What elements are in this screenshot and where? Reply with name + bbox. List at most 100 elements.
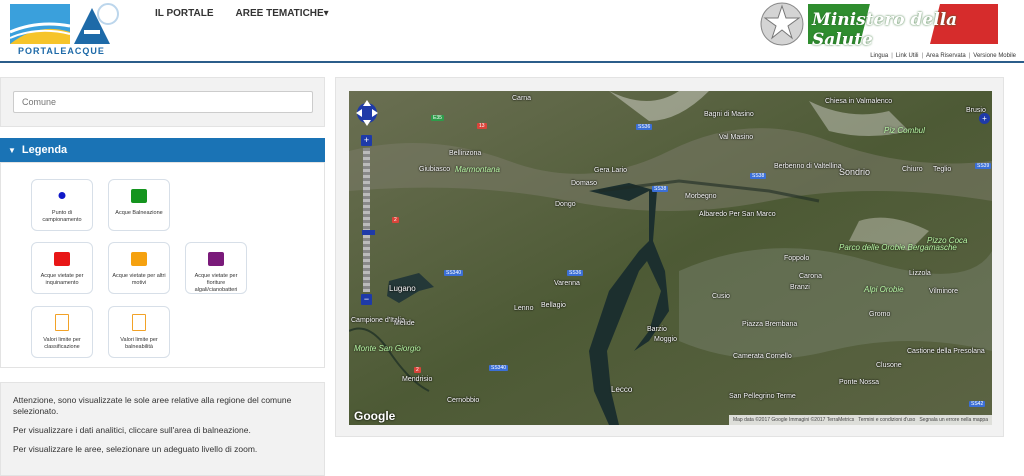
map-label: Cusio xyxy=(712,293,730,300)
logo-text: PORTALEACQUE xyxy=(18,46,105,56)
zoom-control: + − xyxy=(361,135,375,305)
map-label: Castione della Presolana xyxy=(907,348,985,355)
comune-search-input[interactable] xyxy=(13,91,313,113)
utility-links: Lingua | Link Utili | Area Riservata | Vers… xyxy=(870,53,1016,59)
map-park-label: Marmontana xyxy=(455,165,500,174)
ministry-logo[interactable]: Ministero della Salute xyxy=(760,0,998,50)
legend-label: Acque vietate per fioriture algali/ciano… xyxy=(194,273,238,293)
road-shield: E35 xyxy=(431,115,444,121)
map-park-label: Piz Combul xyxy=(884,126,925,135)
legend-label: Punto di campionamento xyxy=(42,210,82,223)
map-label: Vilminore xyxy=(929,288,959,295)
map-label: Ponte Nossa xyxy=(839,379,880,386)
map-label: Lecco xyxy=(611,385,633,394)
legend-header[interactable]: ▼ Legenda xyxy=(0,138,325,162)
info-text-2: Per visualizzare i dati analitici, clicc… xyxy=(13,425,251,435)
zoom-out-button[interactable]: − xyxy=(361,294,372,305)
map-attribution: Map data ©2017 Google Immagini ©2017 Ter… xyxy=(728,415,992,425)
road-shield: SS38 xyxy=(652,186,669,192)
map-label: Lizzola xyxy=(909,270,931,277)
map-label: Chiuro xyxy=(902,166,923,173)
info-text-3: Per visualizzare le aree, selezionare un… xyxy=(13,444,258,454)
map-label: Dongo xyxy=(555,201,576,208)
info-text-1: Attenzione, sono visualizzate le sole ar… xyxy=(13,395,292,416)
map-label: Melide xyxy=(394,320,415,327)
zoom-in-button[interactable]: + xyxy=(361,135,372,146)
header-divider xyxy=(0,61,1024,63)
map-park-label: Monte San Giorgio xyxy=(354,344,421,353)
road-shield: 2 xyxy=(392,217,399,223)
map-label: Giubiasco xyxy=(419,166,451,173)
report-error-link[interactable]: Segnala un errore nella mappa xyxy=(919,417,988,423)
map-label: San Pellegrino Terme xyxy=(729,393,796,400)
legend-item-balneazione: Acque Balneazione xyxy=(108,179,170,231)
caret-down-icon: ▼ xyxy=(8,146,16,155)
info-panel: Attenzione, sono visualizzate le sole ar… xyxy=(0,382,325,476)
map-label: Carona xyxy=(799,273,822,280)
nav-il-portale[interactable]: IL PORTALE xyxy=(155,8,214,19)
map-park-label: Alpi Orobie xyxy=(864,285,904,294)
map-label: Clusone xyxy=(876,362,902,369)
map-label: Morbegno xyxy=(685,193,717,200)
link-lingua[interactable]: Lingua xyxy=(870,53,888,59)
left-panel: ▼ Legenda Punto di campionamento Acque Ba… xyxy=(0,77,325,476)
map-label: Cernobbio xyxy=(447,397,480,404)
legend-item-classificazione[interactable]: Valori limite per classificazione xyxy=(31,306,93,358)
map-label: Carna xyxy=(512,95,532,102)
map-label: Bellagio xyxy=(541,302,566,309)
map-label: Sondrio xyxy=(839,167,871,177)
map-label: Berbenno di Valtellina xyxy=(774,163,842,170)
road-shield: 13 xyxy=(477,123,487,129)
road-shield: SS39 xyxy=(975,163,992,169)
road-shield: 2 xyxy=(414,367,421,373)
legend-label: Acque vietate per altri motivi xyxy=(112,273,166,286)
purple-square-icon xyxy=(208,252,224,266)
map-label: Albaredo Per San Marco xyxy=(699,211,776,218)
road-shield: SS38 xyxy=(750,173,767,179)
legend-item-campionamento: Punto di campionamento xyxy=(31,179,93,231)
map-label: Lenno xyxy=(514,305,534,312)
road-shield: SS36 xyxy=(636,124,653,130)
green-square-icon xyxy=(131,189,147,203)
legend-item-inquinamento: Acque vietate per inquinamento xyxy=(31,242,93,294)
link-versione-mobile[interactable]: Versione Mobile xyxy=(973,53,1016,59)
map-label: Domaso xyxy=(571,180,598,187)
zoom-slider[interactable] xyxy=(362,148,375,292)
ministry-text: Ministero della Salute xyxy=(812,10,958,50)
map-label: Gromo xyxy=(869,311,891,318)
map-label: Barzio xyxy=(647,326,667,333)
search-panel xyxy=(0,77,325,127)
map-park-label: Pizzo Coca xyxy=(927,236,968,245)
pan-control[interactable] xyxy=(356,98,378,128)
map-label: Gera Lario xyxy=(594,167,628,174)
terms-link[interactable]: Termini e condizioni d'uso xyxy=(858,417,915,423)
map-label: Piazza Brembana xyxy=(742,321,798,328)
legend-body: Punto di campionamento Acque Balneazione… xyxy=(0,162,325,368)
legend-label: Acque vietate per inquinamento xyxy=(40,273,84,286)
attribution-text: Map data ©2017 Google Immagini ©2017 Ter… xyxy=(732,417,855,423)
map-panel: Carna Chiesa in Valmalenco Brusio Bagni … xyxy=(335,77,1004,437)
map-label: Camerata Cornello xyxy=(733,353,792,360)
document-icon xyxy=(132,314,146,331)
nav-aree-tematiche[interactable]: AREE TEMATICHE▾ xyxy=(236,8,329,19)
map-label: Val Masino xyxy=(719,134,754,141)
portaleacque-logo[interactable]: PORTALEACQUE xyxy=(8,2,123,58)
legend-item-altri-motivi: Acque vietate per altri motivi xyxy=(108,242,170,294)
map-label: Moggio xyxy=(654,336,677,343)
document-icon xyxy=(55,314,69,331)
link-link-utili[interactable]: Link Utili xyxy=(896,53,919,59)
legend-label: Acque Balneazione xyxy=(115,210,163,216)
main-nav: IL PORTALE AREE TEMATICHE▾ xyxy=(155,8,329,19)
legend-title: Legenda xyxy=(21,144,68,156)
google-logo: Google xyxy=(354,409,396,423)
red-square-icon xyxy=(54,252,70,266)
road-shield: SS36 xyxy=(567,270,584,276)
link-area-riservata[interactable]: Area Riservata xyxy=(926,53,966,59)
map-label: Branzi xyxy=(790,284,810,291)
zoom-slider-thumb[interactable] xyxy=(362,230,375,235)
legend-label: Valori limite per classificazione xyxy=(43,337,81,350)
legend-item-balneabilita[interactable]: Valori limite per balneabilità xyxy=(108,306,170,358)
right-expand-icon[interactable]: + xyxy=(979,113,990,124)
satellite-map[interactable]: Carna Chiesa in Valmalenco Brusio Bagni … xyxy=(349,91,992,425)
map-label: Varenna xyxy=(554,280,580,287)
